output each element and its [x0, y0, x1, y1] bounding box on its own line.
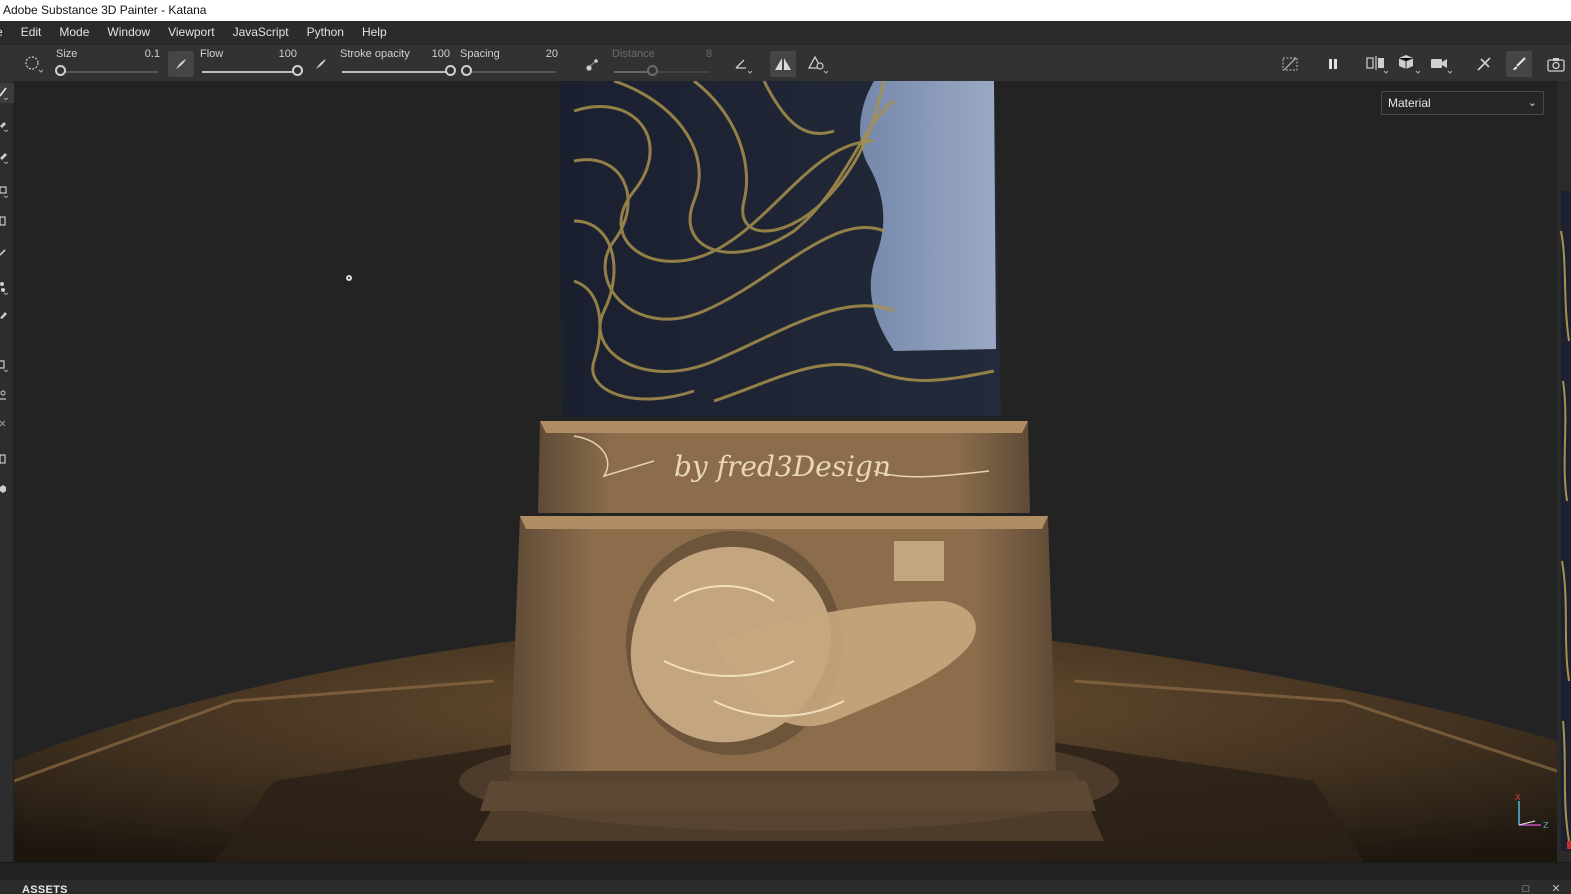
measure-tool-icon[interactable]: [0, 385, 14, 405]
paint-brush-mode-icon[interactable]: [1506, 51, 1532, 77]
size-value[interactable]: 0.1: [145, 48, 160, 60]
flow-label: Flow: [200, 48, 224, 60]
spacing-slider[interactable]: Spacing 20: [460, 45, 558, 82]
distance-label: Distance: [612, 48, 655, 60]
chevron-down-icon: ⌄: [1527, 97, 1537, 109]
geometry-tool-icon[interactable]: [0, 479, 14, 499]
paint-tool-icon[interactable]: [0, 83, 14, 103]
bake-tool-icon[interactable]: [0, 355, 14, 375]
right-panel-edge: [1557, 81, 1571, 862]
axis-x-label: X: [1515, 793, 1521, 802]
axis-gizmo: X Z: [1511, 793, 1551, 833]
size-slider[interactable]: Size 0.1: [54, 45, 160, 82]
layer-tool-icon[interactable]: [0, 449, 14, 469]
projection-tool-icon[interactable]: [1471, 51, 1497, 77]
menu-help[interactable]: Help: [353, 21, 396, 44]
panel-float-icon[interactable]: □: [1520, 883, 1532, 894]
stroke-opacity-slider-handle[interactable]: [444, 65, 456, 76]
brush-cursor-icon: [344, 272, 354, 286]
assets-panel-title[interactable]: ASSETS: [22, 884, 68, 894]
hide-selection-icon[interactable]: [1277, 51, 1303, 77]
camera-icon[interactable]: [1428, 51, 1454, 77]
symmetry-icon[interactable]: [770, 51, 796, 77]
split-view-icon[interactable]: [1364, 51, 1390, 77]
flow-slider-handle[interactable]: [291, 65, 303, 76]
menu-file[interactable]: e: [0, 21, 12, 44]
viewport-display-mode-select[interactable]: Material ⌄: [1381, 91, 1544, 115]
pressure-size-icon[interactable]: [168, 51, 194, 77]
clone-tool-icon[interactable]: [0, 243, 14, 263]
spacing-label: Spacing: [460, 48, 500, 60]
display-mode-value: Material: [1388, 96, 1431, 110]
display-3d-icon[interactable]: [1396, 51, 1422, 77]
axis-z-label: Z: [1543, 821, 1549, 830]
polygon-fill-icon[interactable]: [0, 181, 14, 201]
menu-python[interactable]: Python: [298, 21, 353, 44]
3d-viewport[interactable]: by fred3Design Material ⌄ X Z: [14, 81, 1557, 862]
spacing-value[interactable]: 20: [546, 48, 558, 60]
stroke-opacity-label: Stroke opacity: [340, 48, 410, 60]
menu-bar: e Edit Mode Window Viewport JavaScript P…: [0, 21, 1571, 44]
selection-tool-icon[interactable]: [0, 277, 14, 297]
flow-slider[interactable]: Flow 100: [200, 45, 303, 82]
material-picker-icon[interactable]: [0, 305, 14, 325]
menu-javascript[interactable]: JavaScript: [224, 21, 298, 44]
engraving-text: by fred3Design: [674, 450, 891, 483]
window-title: Adobe Substance 3D Painter - Katana: [0, 0, 1571, 21]
pressure-flow-icon[interactable]: [308, 51, 334, 77]
menu-window[interactable]: Window: [98, 21, 159, 44]
left-tool-strip: [0, 81, 14, 862]
smudge-tool-icon[interactable]: [0, 211, 14, 231]
spacing-slider-handle[interactable]: [461, 65, 473, 76]
distance-value[interactable]: 8: [706, 48, 712, 60]
distance-slider[interactable]: Distance 8: [612, 45, 712, 82]
projection-tool-icon-left[interactable]: [0, 147, 14, 167]
tool-properties-toolbar: Size 0.1 Flow 100 Stroke opacity 100 Spa…: [0, 44, 1571, 81]
screenshot-icon[interactable]: [1543, 51, 1569, 77]
katana-3d-model[interactable]: by fred3Design: [14, 81, 1557, 862]
menu-mode[interactable]: Mode: [50, 21, 98, 44]
stroke-opacity-slider[interactable]: Stroke opacity 100: [340, 45, 456, 82]
pause-icon[interactable]: [1320, 51, 1346, 77]
lazy-mouse-icon[interactable]: [580, 51, 606, 77]
annotation-tool-icon[interactable]: [0, 415, 14, 435]
size-label: Size: [56, 48, 78, 60]
stroke-opacity-value[interactable]: 100: [432, 48, 450, 60]
flow-value[interactable]: 100: [279, 48, 297, 60]
size-slider-handle[interactable]: [54, 65, 66, 76]
menu-edit[interactable]: Edit: [12, 21, 51, 44]
angle-icon[interactable]: [730, 51, 756, 77]
distance-slider-handle[interactable]: [646, 65, 658, 76]
brush-shape-icon[interactable]: [20, 51, 46, 77]
close-icon[interactable]: ✕: [1550, 883, 1562, 894]
menu-viewport[interactable]: Viewport: [159, 21, 223, 44]
eraser-tool-icon[interactable]: [0, 115, 14, 135]
assets-panel: ASSETS □ ✕: [0, 862, 1571, 894]
symmetry-settings-icon[interactable]: [804, 51, 830, 77]
